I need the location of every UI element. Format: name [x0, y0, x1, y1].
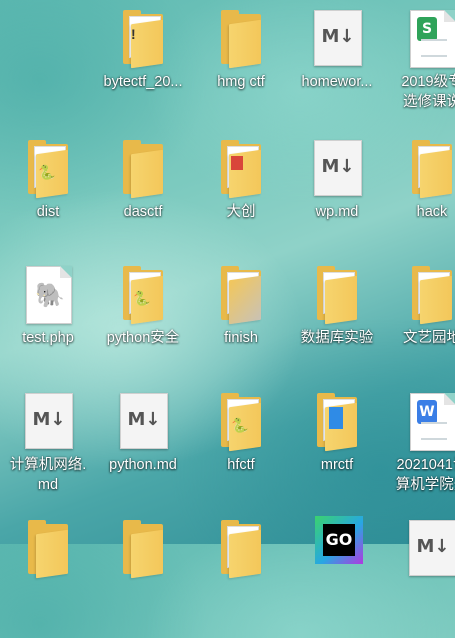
icon-label: 大创: [226, 204, 256, 220]
desktop-icon-homework-md[interactable]: M↓ homewor...: [287, 0, 387, 128]
icon-label: python.md: [109, 457, 177, 473]
desktop-icon-hfctf[interactable]: 🐍 hfctf: [191, 383, 291, 511]
icon-label: 2019级专 选修课说: [401, 74, 455, 110]
folder-icon: [115, 140, 171, 199]
desktop-icon-row5-1[interactable]: [0, 510, 98, 638]
exclamation-folder-icon: !: [115, 10, 171, 69]
desktop-icon-bytectf[interactable]: ! bytectf_20...: [93, 0, 193, 128]
icon-label: dasctf: [123, 204, 163, 220]
folder-icon: [213, 10, 269, 69]
icon-label: mrctf: [320, 457, 354, 473]
python-folder-icon: 🐍: [213, 393, 269, 452]
folder-icon: [20, 520, 76, 579]
desktop-icon-wenyi[interactable]: 文艺园地: [382, 256, 455, 384]
php-file-icon: 🐘: [26, 266, 72, 324]
desktop-icon-row5-3[interactable]: [191, 510, 291, 638]
desktop-icon-dasctf[interactable]: dasctf: [93, 130, 193, 258]
icon-label: 文艺园地: [403, 330, 455, 346]
icon-label: test.php: [22, 330, 74, 346]
icon-label: python安全: [106, 330, 180, 346]
desktop-icon-python-md[interactable]: M↓ python.md: [93, 383, 193, 511]
desktop-icon-20210411-docx[interactable]: W 2021041计 算机学院开: [382, 383, 455, 511]
icon-label: hfctf: [227, 457, 255, 473]
folder-icon: [309, 266, 365, 325]
desktop-icon-python-anquan[interactable]: 🐍 python安全: [93, 256, 193, 384]
desktop-icon-finish[interactable]: finish: [191, 256, 291, 384]
icon-label: hack: [416, 204, 448, 220]
spreadsheet-file-icon: S: [410, 10, 455, 68]
desktop-icon-hack[interactable]: hack: [382, 130, 455, 258]
word-file-icon: W: [410, 393, 455, 451]
desktop-icon-2019-xls[interactable]: S 2019级专 选修课说: [382, 0, 455, 128]
desktop-icon-test-php[interactable]: 🐘 test.php: [0, 256, 98, 384]
icon-label: 计算机网络. md: [9, 457, 87, 493]
folder-icon: [404, 266, 455, 325]
markdown-file-icon: M↓: [409, 520, 455, 576]
python-folder-icon: 🐍: [115, 266, 171, 325]
icon-label: finish: [224, 330, 258, 346]
desktop-icon-jisuanji-wangluo-md[interactable]: M↓ 计算机网络. md: [0, 383, 98, 511]
desktop-icon-hmg-ctf[interactable]: hmg ctf: [191, 0, 291, 128]
icon-label: wp.md: [315, 204, 359, 220]
icon-label: homewor...: [301, 74, 373, 90]
desktop-icon-row5-2[interactable]: [93, 510, 193, 638]
markdown-file-icon: M↓: [120, 393, 168, 449]
desktop-icon-dist[interactable]: 🐍 dist: [0, 130, 98, 258]
blue-doc-folder-icon: [309, 393, 365, 452]
image-folder-icon: [213, 266, 269, 325]
goland-app-icon: GO: [309, 516, 365, 572]
folder-icon: [404, 140, 455, 199]
folder-icon: [213, 520, 269, 579]
markdown-file-icon: M↓: [25, 393, 73, 449]
python-folder-icon: 🐍: [20, 140, 76, 199]
pdf-folder-icon: [213, 140, 269, 199]
desktop-icon-mrctf[interactable]: mrctf: [287, 383, 387, 511]
desktop-icon-goland[interactable]: GO: [287, 510, 387, 638]
desktop-icon-shujuku[interactable]: 数据库实验: [287, 256, 387, 384]
markdown-file-icon: M↓: [314, 10, 362, 66]
desktop-icon-wp-md[interactable]: M↓ wp.md: [287, 130, 387, 258]
icon-label: hmg ctf: [217, 74, 265, 90]
icon-label: dist: [36, 204, 60, 220]
desktop-icon-row5-md[interactable]: M↓: [382, 510, 455, 638]
icon-label: bytectf_20...: [103, 74, 183, 90]
folder-icon: [115, 520, 171, 579]
markdown-file-icon: M↓: [314, 140, 362, 196]
desktop-icon-dachuang[interactable]: 大创: [191, 130, 291, 258]
icon-label: 2021041计 算机学院开: [395, 457, 455, 493]
icon-label: 数据库实验: [300, 330, 374, 346]
